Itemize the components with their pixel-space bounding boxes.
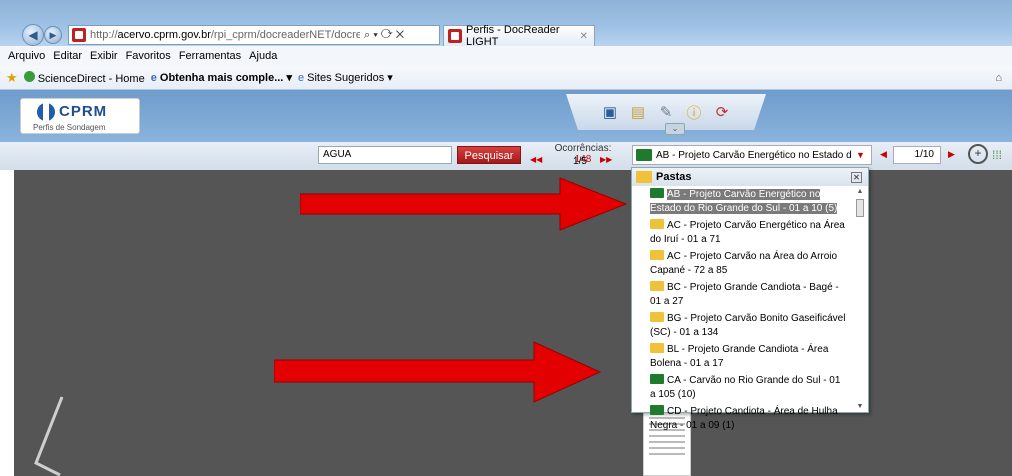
folder-list-item[interactable]: AB - Projeto Carvão Energético no Estado… — [650, 188, 848, 216]
scroll-thumb[interactable] — [856, 199, 864, 217]
chevron-down-icon: ▾ — [286, 72, 292, 84]
home-icon[interactable]: ⌂ — [995, 72, 1002, 84]
favorite-sciencedirect[interactable]: ScienceDirect - Home — [23, 70, 145, 85]
info-icon[interactable]: ⓘ — [684, 102, 704, 122]
cprm-mark-icon — [37, 103, 55, 121]
scroll-up-icon[interactable]: ▲ — [855, 188, 865, 195]
search-button[interactable]: Pesquisar — [457, 146, 521, 164]
scroll-down-icon[interactable]: ▼ — [855, 403, 865, 410]
sciencedirect-icon — [23, 70, 35, 82]
tab-docreader[interactable]: Perfis - DocReader LIGHT ✕ — [443, 24, 595, 48]
folder-green-icon — [650, 374, 664, 384]
favorite-sciencedirect-label: ScienceDirect - Home — [37, 72, 145, 85]
forward-button[interactable]: ▶ — [44, 26, 62, 44]
menu-ferramentas[interactable]: Ferramentas — [179, 50, 241, 62]
folder-list-item-label: AC - Projeto Carvão na Área do Arroio Ca… — [650, 251, 838, 276]
folder-green-icon — [650, 405, 664, 415]
folder-select-value: AB - Projeto Carvão Energético no Estado… — [656, 149, 852, 161]
back-arrow-icon: ◀ — [28, 28, 38, 42]
folder-list-item-label: AC - Projeto Carvão Energético na Área d… — [650, 220, 845, 245]
menu-favoritos[interactable]: Favoritos — [126, 50, 171, 62]
folder-list-item[interactable]: AC - Projeto Carvão Energético na Área d… — [650, 219, 848, 247]
address-action-icons[interactable]: ⌕ ▾ ⟳ ✕ — [364, 29, 404, 42]
ie-page-icon: e — [150, 72, 157, 84]
book-icon[interactable]: ▤ — [628, 102, 648, 122]
occurrences-text: Ocorrências: — [554, 143, 612, 154]
folder-list-item[interactable]: AC - Projeto Carvão na Área do Arroio Ca… — [650, 250, 848, 278]
favorite-sites-label: Sites Sugeridos — [307, 72, 385, 84]
folder-list-item[interactable]: BG - Projeto Carvão Bonito Gaseificável … — [650, 312, 848, 340]
left-margin — [0, 170, 14, 476]
favorite-sites-sugeridos[interactable]: e Sites Sugeridos ▾ — [298, 71, 393, 84]
page-input[interactable]: 1/10 — [893, 146, 941, 164]
site-favicon-icon — [72, 28, 86, 42]
menu-bar: Arquivo Editar Exibir Favoritos Ferramen… — [0, 46, 1012, 66]
grid-view-icon[interactable]: ⁞⁞⁞ — [992, 148, 1002, 162]
tab-favicon-icon — [448, 29, 462, 43]
forward-arrow-icon: ▶ — [49, 29, 57, 40]
folder-list-item-label: BC - Projeto Grande Candiota - Bagé - 01… — [650, 282, 839, 307]
save-icon[interactable]: ▣ — [600, 102, 620, 122]
url-text: http://acervo.cprm.gov.br/rpi_cprm/docre… — [90, 29, 360, 41]
ie-sites-icon: e — [297, 72, 305, 84]
folder-yellow-icon — [650, 343, 664, 353]
toolbox-toggle-icon[interactable]: ⌄ — [665, 123, 685, 135]
folder-green-icon — [650, 188, 664, 198]
pastas-header: Pastas ✕ — [632, 168, 868, 186]
red-arrow-lower — [274, 341, 602, 403]
folder-yellow-icon — [650, 312, 664, 322]
pastas-scrollbar[interactable]: ▲ ▼ — [855, 188, 865, 410]
folder-yellow-icon — [636, 171, 652, 183]
previous-page-chevron-icon[interactable] — [30, 395, 70, 476]
pastas-title: Pastas — [656, 171, 692, 183]
menu-exibir[interactable]: Exibir — [90, 50, 118, 62]
red-arrow-upper — [300, 177, 628, 231]
favorites-bar: ★ ScienceDirect - Home e Obtenha mais co… — [0, 66, 1012, 90]
favorite-obtenha-label: Obtenha mais comple... — [159, 72, 284, 84]
folder-list-item-label: CA - Carvão no Rio Grande do Sul - 01 a … — [650, 375, 841, 400]
search-input[interactable]: AGUA — [318, 146, 452, 164]
page-prev-icon[interactable]: ◀ — [880, 149, 887, 160]
tab-close-icon[interactable]: ✕ — [580, 31, 588, 42]
occurrence-next-icon[interactable]: ▶▶ — [600, 155, 612, 164]
folder-list-item-label: CD - Projeto Candiota - Área de Hulha Ne… — [650, 406, 838, 431]
folder-list-item[interactable]: CD - Projeto Candiota - Área de Hulha Ne… — [650, 405, 848, 433]
cprm-logo: CPRM Perfis de Sondagem — [20, 98, 140, 134]
folder-list-item[interactable]: BL - Projeto Grande Candiota - Área Bole… — [650, 343, 848, 371]
chevron-down-icon: ▾ — [387, 72, 393, 84]
folder-green-icon — [636, 149, 652, 161]
folder-list-item-label: BL - Projeto Grande Candiota - Área Bole… — [650, 344, 829, 369]
folder-list-item[interactable]: CA - Carvão no Rio Grande do Sul - 01 a … — [650, 374, 848, 402]
folder-list-item[interactable]: BC - Projeto Grande Candiota - Bagé - 01… — [650, 281, 848, 309]
dropdown-arrow-icon[interactable]: ▼ — [856, 150, 865, 160]
pastas-panel: Pastas ✕ AB - Projeto Carvão Energético … — [631, 167, 869, 431]
refresh-icon[interactable]: ⟳ — [712, 102, 732, 122]
folder-select[interactable]: AB - Projeto Carvão Energético no Estado… — [632, 145, 872, 165]
menu-ajuda[interactable]: Ajuda — [249, 50, 277, 62]
tools-icon[interactable]: ✎ — [656, 102, 676, 122]
tab-title: Perfis - DocReader LIGHT — [466, 24, 560, 48]
pastas-list: AB - Projeto Carvão Energético no Estado… — [650, 188, 848, 436]
logo-subtitle: Perfis de Sondagem — [33, 123, 106, 132]
address-bar[interactable]: http://acervo.cprm.gov.br/rpi_cprm/docre… — [68, 25, 440, 45]
favorite-obtenha[interactable]: e Obtenha mais comple... ▾ — [151, 71, 292, 84]
folder-yellow-icon — [650, 250, 664, 260]
page-next-icon[interactable]: ▶ — [948, 149, 955, 160]
folder-list-item-label: BG - Projeto Carvão Bonito Gaseificável … — [650, 313, 846, 338]
folder-list-item-label: AB - Projeto Carvão Energético no Estado… — [650, 189, 838, 214]
occurrence-prev-icon[interactable]: ◀◀ — [530, 155, 542, 164]
app-header: CPRM Perfis de Sondagem — [0, 90, 1012, 142]
folder-yellow-icon — [650, 281, 664, 291]
occurrence-page: 1/5 — [573, 156, 587, 167]
menu-editar[interactable]: Editar — [53, 50, 82, 62]
zoom-in-icon[interactable]: + — [968, 144, 988, 164]
close-icon[interactable]: ✕ — [851, 171, 862, 183]
menu-arquivo[interactable]: Arquivo — [8, 50, 45, 62]
folder-yellow-icon — [650, 219, 664, 229]
back-button[interactable]: ◀ — [22, 24, 44, 46]
favorites-star-icon[interactable]: ★ — [6, 70, 18, 86]
logo-text: CPRM — [59, 103, 108, 120]
